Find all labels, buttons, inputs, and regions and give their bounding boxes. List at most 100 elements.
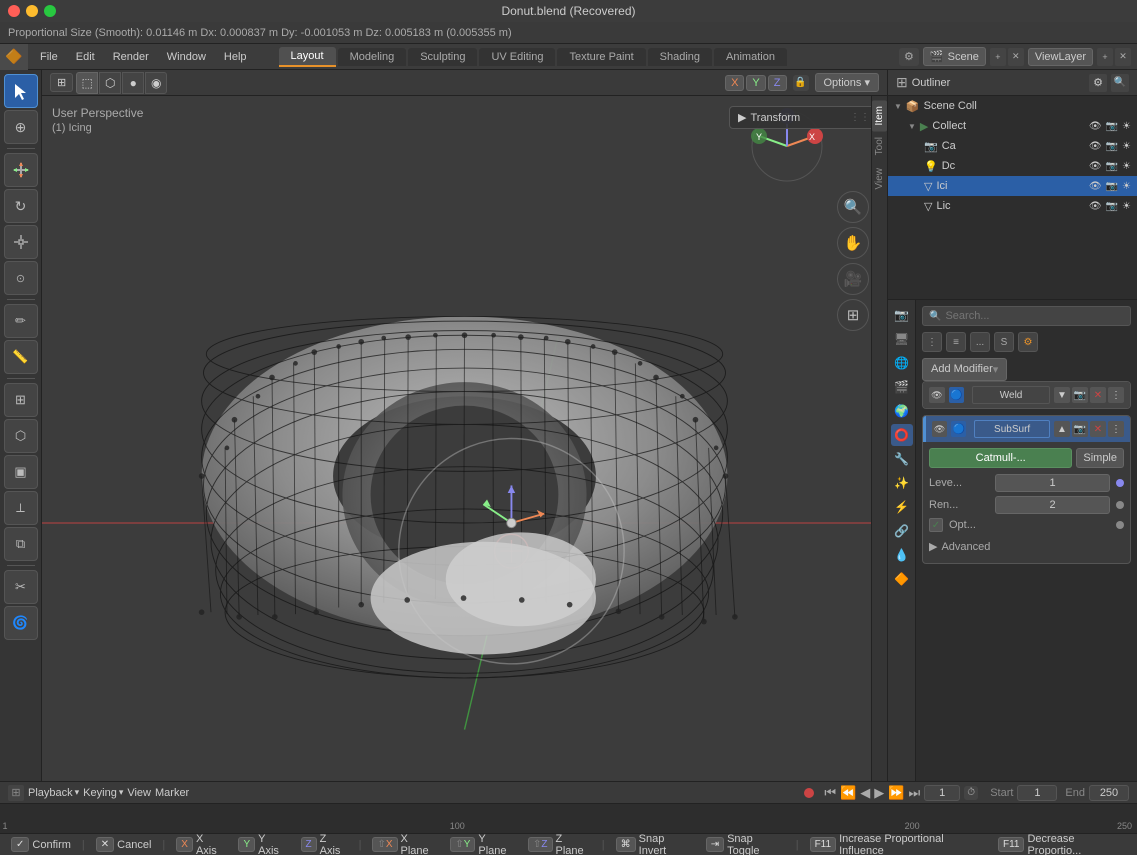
scene-add-btn[interactable]: + bbox=[990, 48, 1006, 66]
timeline-editor-type-btn[interactable]: ⊞ bbox=[8, 785, 24, 801]
side-tab-tool[interactable]: Tool bbox=[872, 131, 887, 161]
collection-eye-btn[interactable]: 👁 bbox=[1089, 121, 1102, 132]
menu-help[interactable]: Help bbox=[216, 49, 255, 65]
collection-camera-btn[interactable]: 📷 bbox=[1106, 121, 1118, 132]
toolbar-bevel[interactable]: ⟂ bbox=[4, 491, 38, 525]
prop-data-icon[interactable]: 💧 bbox=[891, 544, 913, 566]
prev-keyframe-btn[interactable]: ⏪ bbox=[840, 785, 856, 801]
record-btn[interactable] bbox=[804, 788, 814, 798]
render-engine-icon[interactable]: ⚙ bbox=[899, 48, 919, 66]
outliner-scene-collection[interactable]: ▼ 📦 Scene Coll bbox=[888, 96, 1137, 116]
subsurf-visibility-toggle[interactable]: 👁 bbox=[932, 421, 947, 437]
icing-render-btn[interactable]: ☀ bbox=[1122, 181, 1131, 192]
toolbar-extrude[interactable]: ⬡ bbox=[4, 419, 38, 453]
material-preview-btn[interactable]: ● bbox=[122, 72, 144, 94]
playback-dropdown[interactable]: ▾ bbox=[75, 787, 80, 798]
view-layer-add-btn[interactable]: + bbox=[1097, 48, 1113, 66]
current-frame-input[interactable]: 1 bbox=[924, 785, 960, 801]
props-expand-btn[interactable]: ... bbox=[970, 332, 990, 352]
toolbar-rotate[interactable]: ↻ bbox=[4, 189, 38, 223]
ortho-gizmo-btn[interactable]: ⊞ bbox=[837, 299, 869, 331]
zoom-gizmo-btn[interactable]: 🔍 bbox=[837, 191, 869, 223]
render-value[interactable]: 2 bbox=[995, 496, 1110, 514]
scene-selector[interactable]: 🎬 Scene bbox=[923, 47, 986, 66]
weld-delete-btn[interactable]: ✕ bbox=[1090, 387, 1106, 403]
keying-dropdown[interactable]: ▾ bbox=[119, 787, 124, 798]
lic-eye-btn[interactable]: 👁 bbox=[1089, 201, 1102, 212]
jump-end-btn[interactable]: ⏭ bbox=[908, 785, 920, 801]
view-layer-remove-btn[interactable]: ✕ bbox=[1115, 48, 1131, 66]
tab-shading-workspace[interactable]: Shading bbox=[648, 48, 712, 66]
camera-render-btn[interactable]: ☀ bbox=[1122, 141, 1131, 152]
tab-texture-paint-workspace[interactable]: Texture Paint bbox=[557, 48, 645, 66]
toolbar-scale[interactable] bbox=[4, 225, 38, 259]
play-btn[interactable]: ▶ bbox=[874, 785, 884, 801]
view-menu[interactable]: View bbox=[127, 787, 151, 799]
prop-constraints-icon[interactable]: 🔗 bbox=[891, 520, 913, 542]
outliner-icing[interactable]: ▽ Ici 👁 📷 ☀ bbox=[888, 176, 1137, 196]
props-list-mode-btn[interactable]: ≡ bbox=[946, 332, 966, 352]
marker-menu[interactable]: Marker bbox=[155, 787, 189, 799]
next-keyframe-btn[interactable]: ⏩ bbox=[888, 785, 904, 801]
viewport[interactable]: ⊞ ⬚ ⬡ ● ◉ X Y Z 🔒 Options ▾ bbox=[42, 70, 887, 781]
collection-render-btn[interactable]: ☀ bbox=[1122, 121, 1131, 132]
prop-scene-icon[interactable]: 🎬 bbox=[891, 376, 913, 398]
toolbar-move[interactable] bbox=[4, 153, 38, 187]
keying-label[interactable]: Keying bbox=[83, 787, 117, 799]
toolbar-loop[interactable]: ⧉ bbox=[4, 527, 38, 561]
weld-camera-btn[interactable]: 📷 bbox=[1072, 387, 1088, 403]
prop-render-icon[interactable]: 📷 bbox=[891, 304, 913, 326]
camera-gizmo-btn[interactable]: 🎥 bbox=[837, 263, 869, 295]
toolbar-inset[interactable]: ▣ bbox=[4, 455, 38, 489]
toolbar-transform[interactable]: ⊙ bbox=[4, 261, 38, 295]
weld-name-field[interactable]: Weld bbox=[972, 386, 1050, 404]
weld-expand-btn[interactable]: ▼ bbox=[1054, 387, 1070, 403]
props-sort-btn[interactable]: S bbox=[994, 332, 1014, 352]
props-settings-btn[interactable]: ⚙ bbox=[1018, 332, 1038, 352]
catmull-clark-btn[interactable]: Catmull-... bbox=[929, 448, 1072, 468]
start-frame-input[interactable]: 1 bbox=[1017, 785, 1057, 801]
menu-render[interactable]: Render bbox=[105, 49, 157, 65]
weld-visibility-toggle[interactable]: 👁 bbox=[929, 387, 945, 403]
maximize-button[interactable] bbox=[44, 5, 56, 17]
timeline-area[interactable]: 1 100 200 250 bbox=[0, 803, 1137, 833]
toolbar-knife[interactable]: ✂ bbox=[4, 570, 38, 604]
subsurf-camera-btn[interactable]: 📷 bbox=[1072, 421, 1088, 437]
props-view-mode-btn[interactable]: ⋮ bbox=[922, 332, 942, 352]
prop-view-layer-icon[interactable]: 🌐 bbox=[891, 352, 913, 374]
tab-animation-workspace[interactable]: Animation bbox=[714, 48, 787, 66]
close-button[interactable] bbox=[8, 5, 20, 17]
playback-label[interactable]: Playback bbox=[28, 787, 73, 799]
menu-edit[interactable]: Edit bbox=[68, 49, 103, 65]
prop-particles-icon[interactable]: ✨ bbox=[891, 472, 913, 494]
add-modifier-button[interactable]: Add Modifier ▾ bbox=[922, 358, 1007, 381]
props-search-input[interactable] bbox=[945, 310, 1124, 322]
pan-gizmo-btn[interactable]: ✋ bbox=[837, 227, 869, 259]
transform-panel-header[interactable]: ▶ Transform ⋮⋮ bbox=[738, 111, 870, 124]
toolbar-measure[interactable]: 📏 bbox=[4, 340, 38, 374]
lock-axis-btn[interactable]: 🔒 bbox=[793, 75, 809, 91]
outliner-filter-btn[interactable]: ⚙ bbox=[1089, 74, 1107, 92]
menu-file[interactable]: File bbox=[32, 49, 66, 65]
jump-start-btn[interactable]: ⏮ bbox=[824, 785, 836, 801]
prop-output-icon[interactable]: 🖥 bbox=[891, 328, 913, 350]
toolbar-select[interactable] bbox=[4, 74, 38, 108]
solid-shading-btn[interactable]: ⬚ bbox=[76, 72, 98, 94]
levels-value[interactable]: 1 bbox=[995, 474, 1110, 492]
play-reverse-btn[interactable]: ◀ bbox=[860, 785, 870, 801]
outliner-camera[interactable]: 📷 Ca 👁 📷 ☀ bbox=[888, 136, 1137, 156]
toolbar-cursor[interactable]: ⊕ bbox=[4, 110, 38, 144]
options-button[interactable]: Options ▾ bbox=[815, 73, 880, 92]
tab-uv-editing-workspace[interactable]: UV Editing bbox=[479, 48, 555, 66]
subsurf-dots-btn[interactable]: ⋮ bbox=[1108, 421, 1124, 437]
prop-world-icon[interactable]: 🌍 bbox=[891, 400, 913, 422]
light-render-btn[interactable]: ☀ bbox=[1122, 161, 1131, 172]
toolbar-spin[interactable]: 🌀 bbox=[4, 606, 38, 640]
y-axis-btn[interactable]: Y bbox=[746, 75, 765, 91]
rendered-preview-btn[interactable]: ◉ bbox=[145, 72, 167, 94]
toolbar-add[interactable]: ⊞ bbox=[4, 383, 38, 417]
camera-eye-btn[interactable]: 👁 bbox=[1089, 141, 1102, 152]
x-axis-btn[interactable]: X bbox=[725, 75, 744, 91]
prop-material-icon[interactable]: 🔶 bbox=[891, 568, 913, 590]
prop-physics-icon[interactable]: ⚡ bbox=[891, 496, 913, 518]
